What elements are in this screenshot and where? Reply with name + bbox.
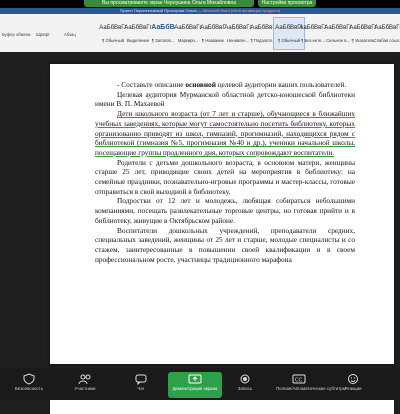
font-group-label: Шрифт (36, 32, 50, 37)
reactions-icon (346, 372, 360, 384)
record-label: Запись (237, 386, 253, 391)
svg-text:CC: CC (295, 378, 303, 384)
style-name: Слабая ссыл... (373, 38, 400, 43)
participants-button[interactable]: Участники (62, 372, 108, 398)
text-run: - Составьте описание (117, 80, 186, 89)
document-body[interactable]: - Составьте описание основной целевой ау… (95, 80, 355, 264)
chat-button[interactable]: Чат (118, 372, 164, 398)
reactions-button[interactable]: Реакции (330, 372, 376, 398)
share-screen-button[interactable]: Демонстрация экрана (168, 372, 222, 398)
word-ribbon: Буфер обмена Шрифт Абзац АаБбВвГг ¶ Обычн… (0, 14, 400, 53)
paragraph-group-label: Абзац (64, 32, 76, 37)
document-title: Проект Перспективный Прохорова Ольга (119, 8, 197, 13)
share-screen-icon (188, 372, 202, 384)
share-status-pill: Вы просматриваете экран Чернушина Ольга … (84, 0, 254, 7)
cc-icon: CC (292, 372, 306, 384)
reactions-label: Реакции (344, 386, 362, 391)
paragraph-p6[interactable]: Воспитатели дошкольных учреждений, препо… (95, 226, 355, 265)
screen-share-banner: Вы просматриваете экран Чернушина Ольга … (0, 0, 400, 8)
activation-warning: Microsoft Word (сбой активации продукта) (202, 8, 281, 13)
view-options-button[interactable]: Настройки просмотра (258, 0, 316, 7)
paragraph-p1[interactable]: - Составьте описание основной целевой ау… (95, 80, 355, 90)
text-run: основной (185, 80, 216, 89)
style-tile[interactable]: АаБбВвГг Слабая ссыл... (373, 18, 400, 48)
paragraph-p2[interactable]: Целевая аудитория Мурманской областной д… (95, 90, 355, 109)
chat-label: Чат (137, 386, 145, 391)
participants-icon (78, 372, 92, 385)
clipboard-group-label: Буфер обмена (2, 32, 31, 37)
zoom-meeting-toolbar: Безопасность Участники Чат Демонстрация экр… (0, 368, 400, 400)
document-page[interactable]: - Составьте описание основной целевой ау… (50, 64, 394, 364)
text-run: Родители с детьми дошкольного возраста, … (95, 157, 355, 196)
paragraph-p4[interactable]: Родители с детьми дошкольного возраста, … (95, 158, 355, 197)
record-icon (238, 372, 252, 384)
chat-icon (134, 372, 148, 386)
record-button[interactable]: Запись (222, 372, 268, 398)
security-label: Безопасность (14, 386, 43, 391)
paragraph-p3[interactable]: Дети школьного возраста (от 7 лет и стар… (95, 109, 355, 158)
paragraph-p5[interactable]: Подростки от 12 лет и молодежь, любящая … (95, 196, 355, 225)
document-area[interactable]: - Составьте описание основной целевой ау… (0, 52, 400, 414)
styles-gallery: АаБбВвГг ¶ Обычный АаБбВвГг Выделение АаБбВ ¶… (98, 16, 400, 50)
security-button[interactable]: Безопасность (6, 372, 52, 398)
ribbon-left-groups: Буфер обмена Шрифт Абзац (0, 30, 100, 50)
text-run: Подростки от 12 лет и молодежь, любящая … (95, 196, 355, 225)
shield-icon (22, 372, 36, 385)
style-sample: АаБбВвГг (374, 25, 400, 31)
live-transcript-label: Полная/Автоматические субтитры (276, 386, 346, 391)
text-run: целевой аудитории ваших пользователей. (215, 80, 347, 89)
text-run: Воспитатели дошкольных учреждений, препо… (95, 225, 355, 264)
participants-label: Участники (74, 386, 96, 391)
text-run: Целевая аудитория Мурманской областной д… (95, 89, 355, 109)
share-screen-label: Демонстрация экрана (172, 386, 218, 391)
live-transcript-button[interactable]: CC Полная/Автоматические субтитры (276, 372, 346, 398)
text-run: Дети школьного возраста (от 7 лет и стар… (95, 109, 355, 157)
